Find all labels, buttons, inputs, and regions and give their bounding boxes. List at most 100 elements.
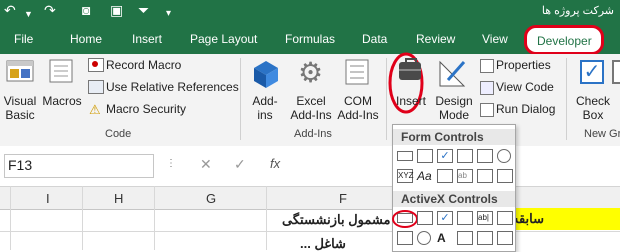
add-ins-group-name: Add-Ins	[294, 128, 332, 140]
activex-scroll-bar-icon[interactable]	[497, 211, 513, 225]
form-controls-header: Form Controls	[393, 129, 515, 145]
form-label-icon[interactable]: Aa	[417, 169, 433, 183]
check-box-label-line2: Box	[582, 108, 604, 122]
add-ins-button[interactable]: Add- ins	[250, 94, 280, 122]
activex-check-box-icon[interactable]: ✓	[437, 211, 453, 225]
activex-list-box-icon[interactable]	[457, 211, 473, 225]
macro-security-button[interactable]: Macro Security	[106, 102, 186, 116]
form-list-box-icon[interactable]	[477, 149, 493, 163]
activex-more-controls-icon[interactable]	[497, 231, 513, 245]
excel-add-ins-label-line2: Add-Ins	[290, 108, 332, 122]
check-box-icon: ✓	[580, 60, 604, 84]
activex-toggle-button-icon[interactable]	[477, 231, 493, 245]
enter-icon[interactable]: ✓	[234, 156, 246, 173]
warning-icon: ⚠	[89, 102, 101, 117]
activex-label-icon[interactable]: A	[437, 231, 453, 245]
com-add-ins-button[interactable]: COM Add-Ins	[336, 94, 380, 122]
code-group-name: Code	[105, 128, 132, 140]
redo-icon[interactable]: ↷	[44, 2, 56, 18]
cell-yellow-header[interactable]: سابقه	[506, 208, 620, 230]
activex-image-icon[interactable]	[457, 231, 473, 245]
camera-icon[interactable]: ◙	[82, 2, 90, 18]
insert-button[interactable]: Insert	[394, 94, 428, 108]
undo-dropdown-icon[interactable]: ▼	[24, 6, 33, 22]
tab-page-layout[interactable]: Page Layout	[190, 32, 257, 46]
name-box-dropdown-icon[interactable]: ⋮	[166, 158, 176, 169]
column-header-i[interactable]: I	[46, 191, 50, 206]
check-box-button[interactable]: Check Box	[574, 94, 612, 122]
column-header-g[interactable]: G	[206, 191, 216, 206]
grid-line	[266, 186, 267, 250]
form-combo-list-icon[interactable]	[477, 169, 493, 183]
tab-data[interactable]: Data	[362, 32, 387, 46]
macros-button[interactable]: Macros	[42, 94, 82, 108]
ribbon: Visual Basic Macros Record Macro Use Rel…	[0, 52, 620, 147]
design-mode-button[interactable]: Design Mode	[434, 94, 474, 122]
activex-controls-header: ActiveX Controls	[393, 191, 515, 207]
insert-toolbox-icon	[399, 58, 421, 80]
visual-basic-label-line2: Basic	[5, 108, 35, 122]
group-divider	[240, 58, 241, 140]
use-relative-references-button[interactable]: Use Relative References	[106, 80, 239, 94]
name-box-value: F13	[8, 157, 33, 173]
cell-yellow-text: سابقه	[512, 211, 545, 226]
tab-view[interactable]: View	[482, 32, 508, 46]
form-text-field-icon[interactable]: ab	[457, 169, 473, 183]
activex-option-button-icon[interactable]	[417, 231, 431, 245]
next-control-icon	[612, 60, 620, 84]
form-spin-button-icon[interactable]	[457, 149, 473, 163]
tab-insert[interactable]: Insert	[132, 32, 162, 46]
name-box[interactable]: F13	[4, 154, 154, 178]
record-macro-icon	[88, 58, 104, 72]
tab-developer[interactable]: Developer	[524, 25, 604, 55]
run-dialog-icon	[480, 103, 494, 117]
column-header-h[interactable]: H	[114, 191, 123, 206]
properties-button[interactable]: Properties	[496, 58, 551, 72]
visual-basic-button[interactable]: Visual Basic	[2, 94, 38, 122]
form-check-box-icon[interactable]: ✓	[437, 149, 453, 163]
tab-file[interactable]: File	[14, 32, 33, 46]
add-ins-label-line2: ins	[257, 108, 273, 122]
tab-formulas[interactable]: Formulas	[285, 32, 335, 46]
form-option-button-icon[interactable]	[497, 149, 511, 163]
excel-add-ins-button[interactable]: Excel Add-Ins	[288, 94, 334, 122]
add-ins-label-line1: Add-	[252, 94, 278, 108]
excel-add-ins-label-line1: Excel	[296, 94, 326, 108]
view-code-button[interactable]: View Code	[496, 80, 554, 94]
activex-combo-box-icon[interactable]	[417, 211, 433, 225]
activex-spin-button-icon[interactable]	[397, 231, 413, 245]
form-controls-label: Form Controls	[401, 130, 484, 144]
form-group-box-icon[interactable]: XYZ	[397, 169, 414, 183]
cell-f12[interactable]: مشمول بازنشستگی	[282, 212, 390, 228]
tab-developer-label: Developer	[537, 34, 592, 48]
command-button-red-circle-annotation	[392, 210, 418, 228]
activex-text-box-icon[interactable]: ab|	[477, 211, 493, 225]
add-ins-icon	[254, 61, 278, 88]
com-add-ins-label-line1: COM	[344, 94, 372, 108]
group-divider	[566, 58, 567, 140]
grid-line	[82, 186, 83, 250]
run-dialog-button[interactable]: Run Dialog	[496, 102, 555, 116]
grid-line	[10, 186, 11, 250]
tab-review[interactable]: Review	[416, 32, 455, 46]
form-combo-drop-down-icon[interactable]	[497, 169, 513, 183]
use-relative-references-icon	[88, 80, 104, 94]
column-header-f[interactable]: F	[339, 191, 347, 206]
title-bar: ↶ ▼ ↷ ◙ ▣ ⏷ ▾ شرکت پروژه ها	[0, 0, 620, 22]
form-button-control-icon[interactable]	[397, 151, 413, 161]
form-combo-box-icon[interactable]	[417, 149, 433, 163]
form-scroll-bar-icon[interactable]	[437, 169, 453, 183]
cancel-icon[interactable]: ✕	[200, 156, 212, 173]
properties-icon	[480, 59, 494, 73]
insert-function-button[interactable]: fx	[270, 156, 280, 171]
visual-basic-icon	[6, 60, 34, 82]
tab-home[interactable]: Home	[70, 32, 102, 46]
record-macro-button[interactable]: Record Macro	[106, 58, 181, 72]
column-header-row: I H G F	[0, 186, 620, 210]
new-group-name: New Gr	[584, 128, 620, 140]
qat-dropdown-icon[interactable]: ▾	[166, 6, 171, 22]
com-add-ins-icon	[345, 59, 369, 85]
save-icon[interactable]: ▣	[110, 2, 123, 18]
filter-icon[interactable]: ⏷	[138, 2, 149, 18]
undo-icon[interactable]: ↶	[4, 2, 16, 18]
